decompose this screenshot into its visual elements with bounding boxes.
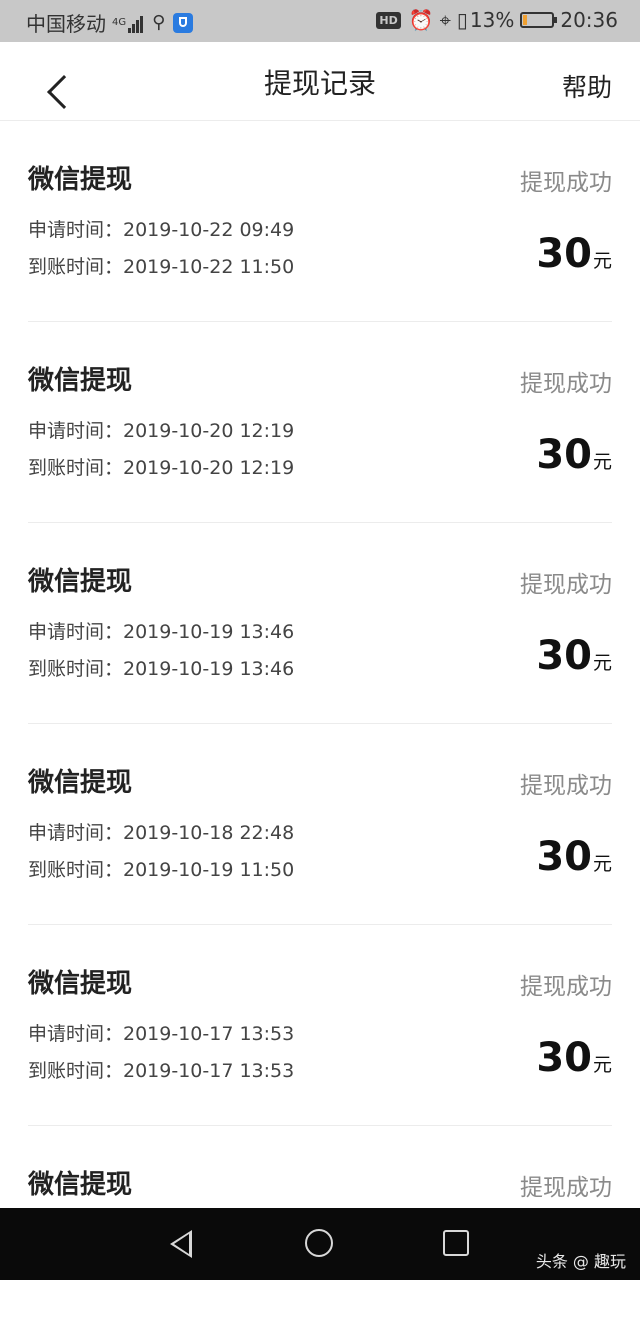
record-arrive-time: 到账时间：2019-10-19 11:50 (28, 859, 295, 881)
record-arrive-time: 到账时间：2019-10-19 13:46 (28, 658, 295, 680)
record-arrive-time: 到账时间：2019-10-17 13:53 (28, 1060, 295, 1082)
shield-icon (173, 12, 194, 33)
record-status: 提现成功 (520, 773, 612, 799)
app-bar: 提现记录 帮助 (0, 42, 640, 121)
record-arrive-time: 到账时间：2019-10-22 11:50 (28, 256, 295, 278)
record-apply-time: 申请时间：2019-10-17 13:53 (28, 1023, 295, 1045)
clock-time: 20:36 (560, 8, 618, 32)
amount-value: 30 (536, 1035, 592, 1081)
record-apply-time: 申请时间：2019-10-22 09:49 (28, 219, 295, 241)
record-title: 微信提现 (28, 1170, 133, 1200)
status-left: 中国移动 4G ⚲ (26, 8, 194, 37)
circle-home-icon[interactable] (305, 1229, 333, 1257)
record-status: 提现成功 (520, 1175, 612, 1201)
system-nav-bar: 头条 @ 趣玩 (0, 1208, 640, 1280)
network-type: 4G (112, 16, 127, 28)
record-item[interactable]: 微信提现 提现成功 申请时间：2019-10-19 13:46 到账时间：201… (28, 523, 612, 724)
record-amount: 30元 (536, 1035, 612, 1081)
record-amount: 30元 (536, 633, 612, 679)
record-amount: 30元 (536, 834, 612, 880)
record-status: 提现成功 (520, 572, 612, 598)
record-amount: 30元 (536, 432, 612, 478)
record-title: 微信提现 (28, 366, 133, 396)
record-status: 提现成功 (520, 371, 612, 397)
record-status: 提现成功 (520, 170, 612, 196)
help-button[interactable]: 帮助 (562, 68, 612, 104)
amount-unit: 元 (592, 1054, 612, 1076)
record-apply-time: 申请时间：2019-10-20 12:19 (28, 420, 295, 442)
record-title: 微信提现 (28, 969, 133, 999)
amount-unit: 元 (592, 652, 612, 674)
record-apply-time: 申请时间：2019-10-19 13:46 (28, 621, 295, 643)
triangle-back-icon[interactable] (170, 1230, 192, 1258)
record-item[interactable]: 微信提现 提现成功 申请时间：2019-10-22 09:49 到账时间：201… (28, 121, 612, 322)
record-item[interactable]: 微信提现 提现成功 申请时间：2019-10-18 22:48 到账时间：201… (28, 724, 612, 925)
signal-icon (128, 13, 144, 33)
record-apply-time: 申请时间：2019-10-18 22:48 (28, 822, 295, 844)
amount-value: 30 (536, 432, 592, 478)
battery-fill (523, 15, 528, 25)
record-arrive-time: 到账时间：2019-10-20 12:19 (28, 457, 295, 479)
status-right: HD ⏰ ⌖ ▯ 13% 20:36 (376, 8, 618, 32)
vibrate-icon: ▯ (456, 8, 468, 32)
record-item[interactable]: 微信提现 提现成功 申请时间：2019-10-20 12:19 到账时间：201… (28, 322, 612, 523)
record-title: 微信提现 (28, 768, 133, 798)
square-recent-icon[interactable] (443, 1230, 469, 1256)
amount-value: 30 (536, 633, 592, 679)
page-title: 提现记录 (263, 67, 376, 100)
hd-icon: HD (376, 11, 401, 29)
watermark-text: 头条 @ 趣玩 (535, 1252, 626, 1271)
record-title: 微信提现 (28, 567, 133, 597)
withdraw-record-list: 微信提现 提现成功 申请时间：2019-10-22 09:49 到账时间：201… (0, 121, 640, 1326)
amount-unit: 元 (592, 853, 612, 875)
location-icon: ⌖ (439, 8, 451, 32)
record-amount: 30元 (536, 231, 612, 277)
alarm-icon: ⏰ (408, 8, 434, 32)
amount-unit: 元 (592, 451, 612, 473)
amount-unit: 元 (592, 250, 612, 272)
battery-percent: 13% (469, 8, 515, 32)
amount-value: 30 (536, 834, 592, 880)
search-icon: ⚲ (152, 12, 166, 33)
record-item[interactable]: 微信提现 提现成功 申请时间：2019-10-17 13:53 到账时间：201… (28, 925, 612, 1126)
record-status: 提现成功 (520, 974, 612, 1000)
status-bar: 中国移动 4G ⚲ HD ⏰ ⌖ ▯ 13% 20:36 (0, 0, 640, 42)
record-title: 微信提现 (28, 165, 133, 195)
amount-value: 30 (536, 231, 592, 277)
battery-icon (520, 12, 558, 28)
carrier-name: 中国移动 (26, 12, 106, 36)
